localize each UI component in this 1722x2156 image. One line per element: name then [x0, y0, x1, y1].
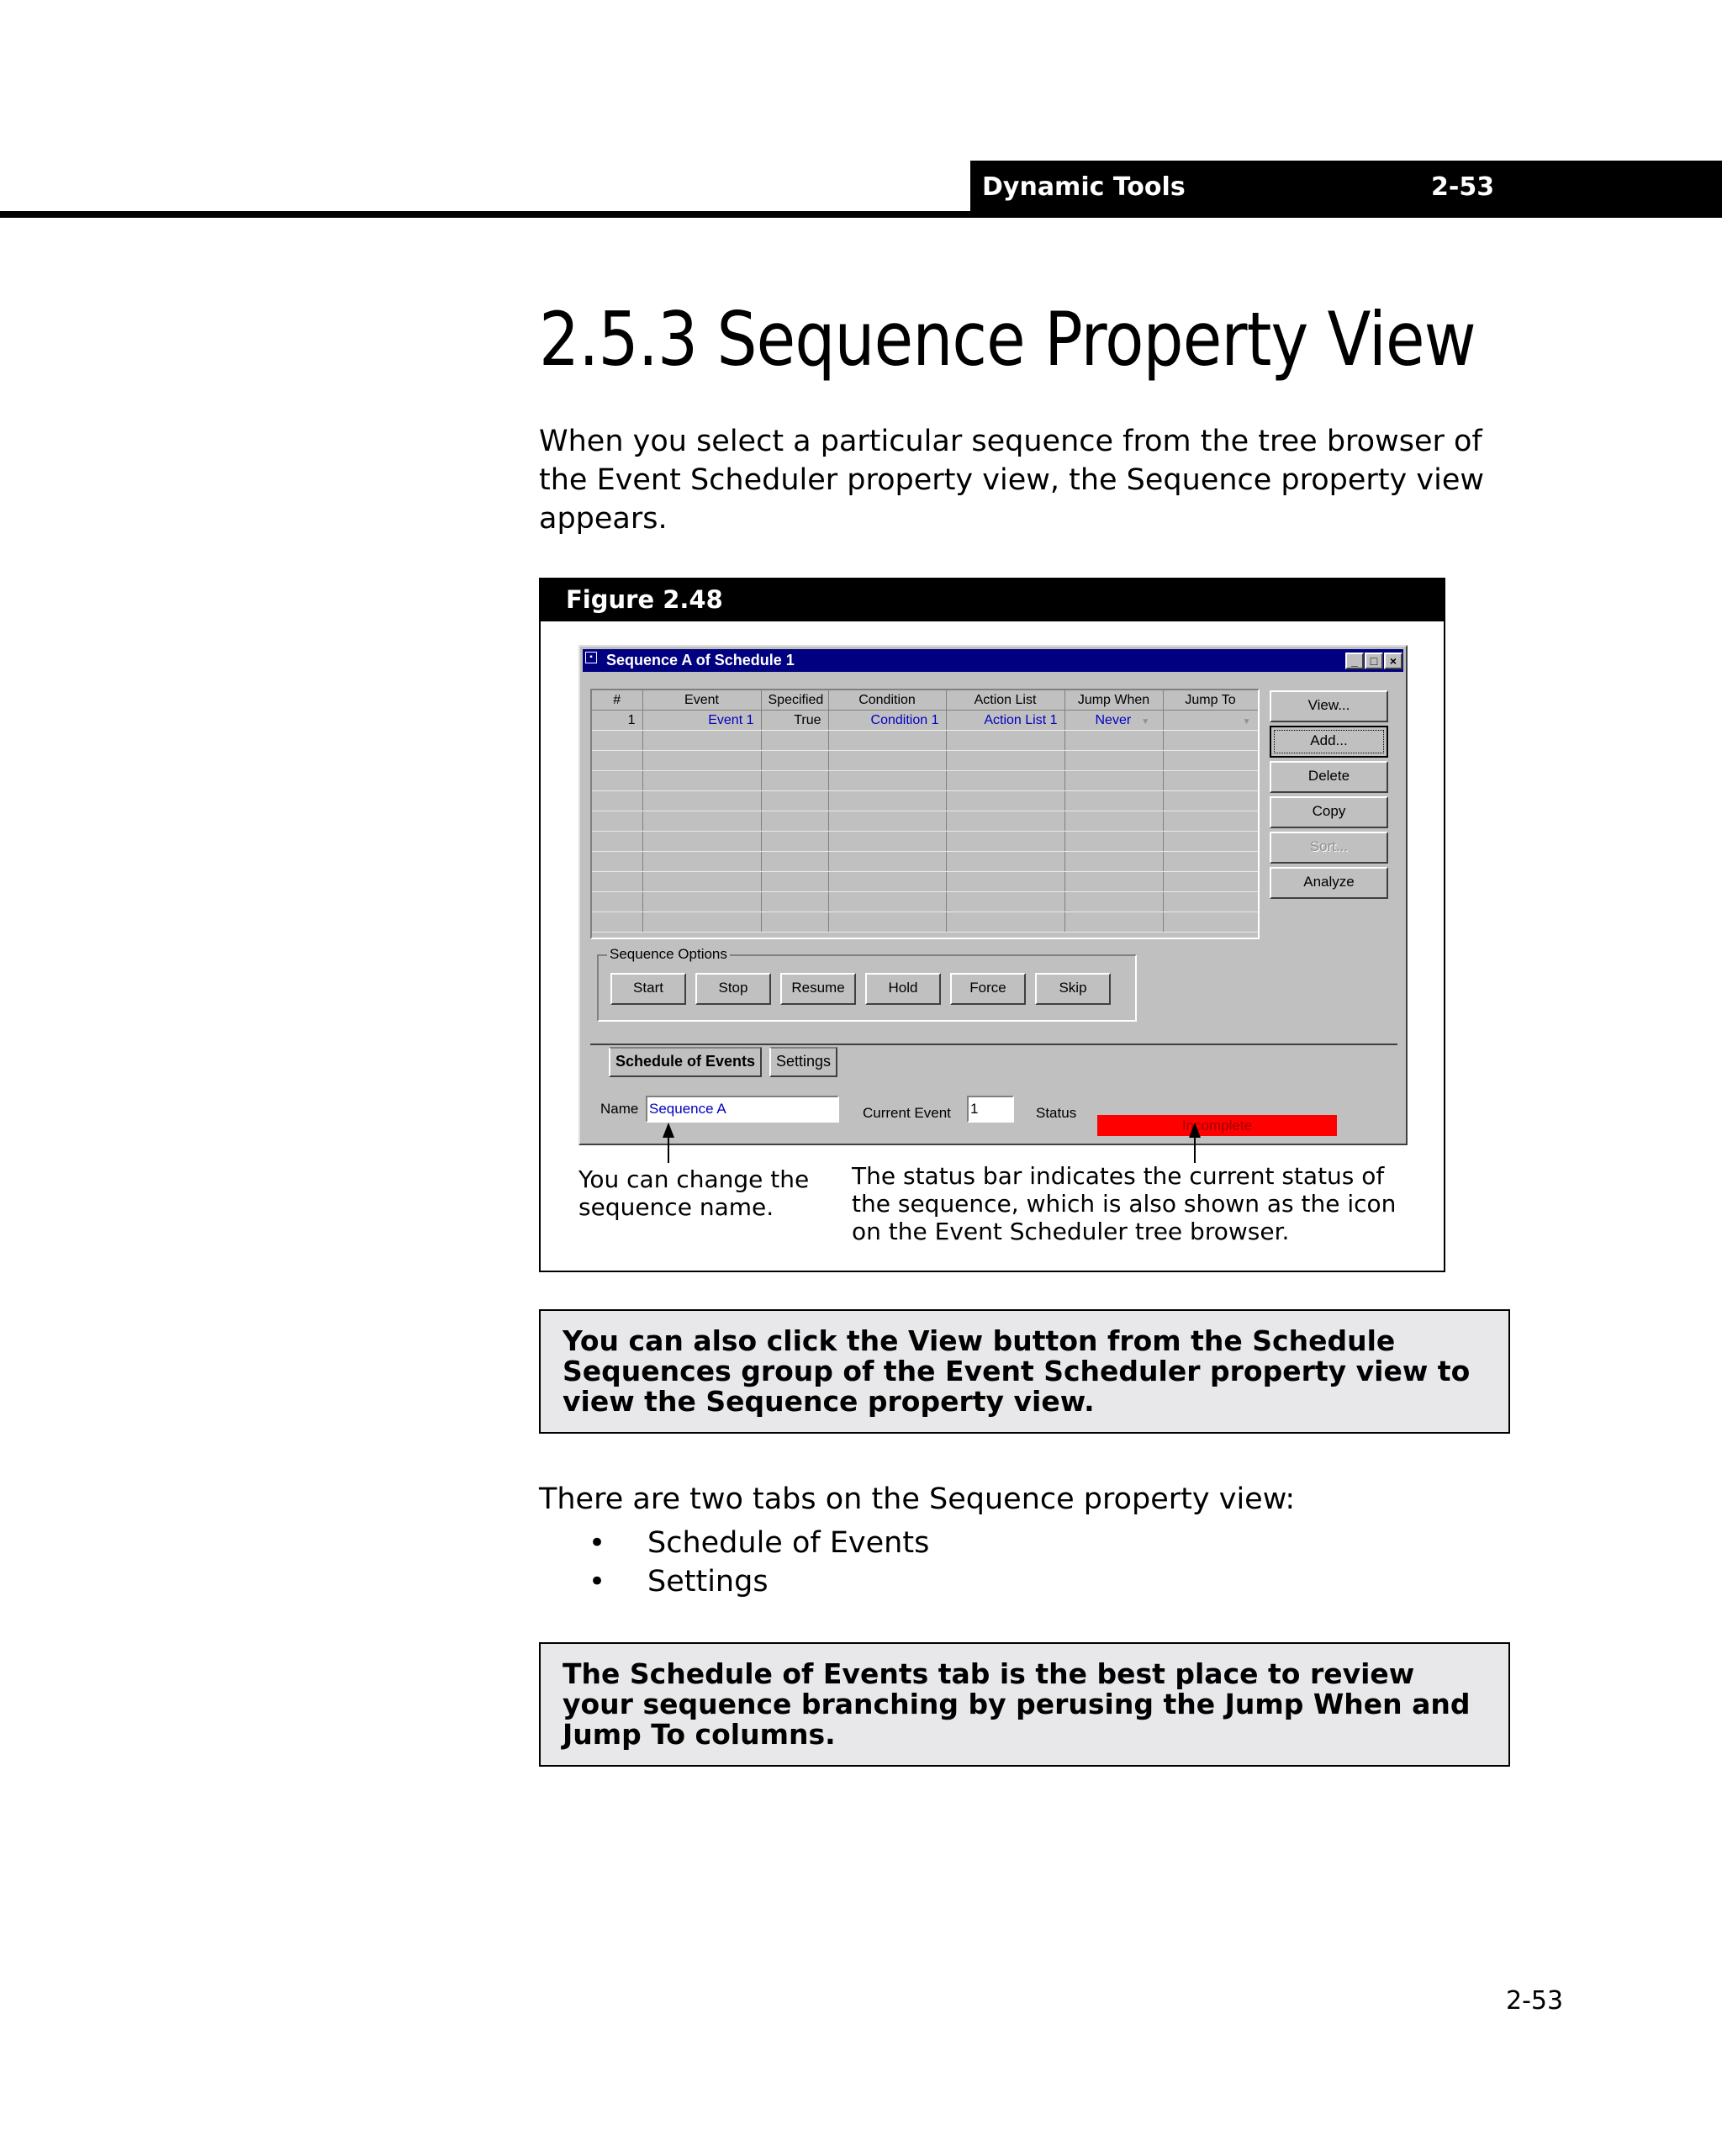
resume-button[interactable]: Resume	[780, 973, 856, 1005]
column-header[interactable]: #	[592, 690, 643, 711]
table-row[interactable]	[592, 912, 1258, 933]
table-row[interactable]	[592, 750, 1258, 771]
view-button[interactable]: View...	[1270, 690, 1388, 722]
sort-button[interactable]: Sort...	[1270, 832, 1388, 864]
pointer-line	[1194, 1134, 1196, 1163]
column-header[interactable]: Action List	[946, 690, 1065, 711]
tab-schedule-of-events[interactable]: Schedule of Events	[609, 1047, 763, 1077]
figure-caption-bar: Figure 2.48	[541, 579, 1444, 621]
header-rule	[0, 211, 1722, 218]
table-row[interactable]	[592, 831, 1258, 852]
note-box-schedule-tab: The Schedule of Events tab is the best p…	[539, 1642, 1510, 1767]
column-header[interactable]: Condition	[828, 690, 947, 711]
list-item: Schedule of Events	[589, 1524, 929, 1562]
events-grid[interactable]: # Event Specified Condition Action List …	[590, 689, 1260, 939]
status-callout: The status bar indicates the current sta…	[852, 1162, 1397, 1245]
tab-settings[interactable]: Settings	[769, 1047, 838, 1077]
sequence-options-legend: Sequence Options	[607, 946, 730, 963]
page-title: 2.5.3 Sequence Property View	[539, 296, 1476, 383]
skip-button[interactable]: Skip	[1035, 973, 1111, 1005]
status-label: Status	[1036, 1105, 1077, 1121]
figure-caption: Figure 2.48	[566, 585, 723, 614]
add-button[interactable]: Add...	[1270, 726, 1388, 758]
close-button[interactable]: ×	[1384, 653, 1402, 669]
specified-cell[interactable]: True	[761, 710, 829, 731]
status-bar: Incomplete	[1097, 1115, 1337, 1136]
table-row[interactable]	[592, 790, 1258, 811]
footer-page-number: 2-53	[1506, 1986, 1564, 2016]
name-label: Name	[600, 1101, 639, 1117]
intro-paragraph: When you select a particular sequence fr…	[539, 425, 1484, 536]
jump-to-cell[interactable]: ▼	[1163, 710, 1258, 731]
dropdown-arrow-icon[interactable]: ▼	[1243, 717, 1251, 727]
table-row[interactable]	[592, 730, 1258, 751]
app-icon[interactable]: ▪	[585, 652, 597, 663]
start-button[interactable]: Start	[610, 973, 686, 1005]
condition-cell[interactable]: Condition 1	[828, 710, 947, 731]
events-table: # Event Specified Condition Action List …	[592, 690, 1258, 933]
name-field[interactable]: Sequence A	[646, 1096, 839, 1123]
dropdown-arrow-icon[interactable]: ▼	[1141, 717, 1149, 727]
table-row[interactable]	[592, 770, 1258, 791]
note-box-view-button: You can also click the View button from …	[539, 1309, 1510, 1434]
minimize-button[interactable]: _	[1345, 653, 1364, 669]
table-row[interactable]	[592, 811, 1258, 832]
column-header[interactable]: Specified	[761, 690, 829, 711]
action-list-cell[interactable]: Action List 1	[946, 710, 1065, 731]
hold-button[interactable]: Hold	[865, 973, 941, 1005]
running-header: Dynamic Tools 2-53	[970, 161, 1722, 217]
column-header[interactable]: Jump When	[1064, 690, 1164, 711]
sequence-options-group: Sequence Options Start Stop Resume Hold …	[597, 946, 1137, 1022]
force-button[interactable]: Force	[950, 973, 1026, 1005]
current-event-label: Current Event	[863, 1105, 951, 1121]
jump-when-value: Never	[1095, 712, 1132, 727]
copy-button[interactable]: Copy	[1270, 796, 1388, 828]
table-row[interactable]	[592, 891, 1258, 912]
list-item: Settings	[589, 1562, 929, 1601]
table-row[interactable]	[592, 851, 1258, 872]
pointer-line	[668, 1134, 669, 1163]
column-header[interactable]: Jump To	[1163, 690, 1258, 711]
window-title: Sequence A of Schedule 1	[606, 652, 795, 668]
stop-button[interactable]: Stop	[695, 973, 771, 1005]
row-number-cell: 1	[592, 710, 643, 731]
header-section-title: Dynamic Tools	[982, 172, 1186, 202]
maximize-button[interactable]: □	[1365, 653, 1383, 669]
tabs-intro: There are two tabs on the Sequence prope…	[539, 1482, 1296, 1516]
figure: Figure 2.48 ▪ Sequence A of Schedule 1 _…	[539, 578, 1445, 1272]
sequence-window: ▪ Sequence A of Schedule 1 _ □ × # Event…	[578, 645, 1408, 1145]
header-page-number: 2-53	[1431, 172, 1495, 202]
delete-button[interactable]: Delete	[1270, 761, 1388, 793]
table-header-row: # Event Specified Condition Action List …	[592, 690, 1258, 711]
analyze-button[interactable]: Analyze	[1270, 867, 1388, 899]
name-callout: You can change the sequence name.	[578, 1165, 810, 1221]
table-row[interactable]	[592, 871, 1258, 892]
jump-when-cell[interactable]: Never ▼	[1064, 710, 1164, 731]
window-titlebar[interactable]: ▪ Sequence A of Schedule 1 _ □ ×	[583, 649, 1403, 672]
tab-list: Schedule of Events Settings	[589, 1524, 929, 1601]
column-header[interactable]: Event	[642, 690, 762, 711]
table-row[interactable]: 1 Event 1 True Condition 1 Action List 1…	[592, 710, 1258, 731]
current-event-field: 1	[967, 1096, 1014, 1123]
event-cell[interactable]: Event 1	[642, 710, 762, 731]
